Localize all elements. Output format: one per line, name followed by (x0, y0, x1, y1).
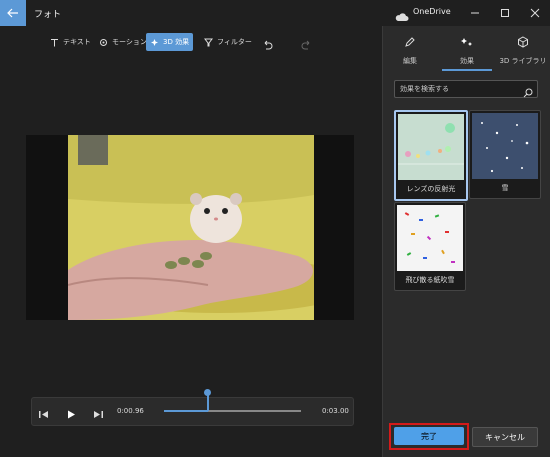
timeline-progress (164, 410, 208, 412)
minimize-button[interactable] (460, 0, 490, 26)
maximize-button[interactable] (490, 0, 520, 26)
undo-button[interactable] (262, 36, 273, 55)
filter-tool-button[interactable]: フィルター (200, 33, 256, 51)
tab-effects-label: 効果 (460, 57, 474, 65)
text-icon (51, 38, 58, 46)
motion-tool-button[interactable]: モーション (95, 33, 151, 51)
search-placeholder: 効果を検索する (400, 85, 449, 93)
onedrive-label[interactable]: OneDrive (413, 7, 451, 16)
cloud-icon (395, 7, 409, 26)
current-time: 0:00.96 (117, 407, 144, 415)
snow-thumbnail (472, 113, 538, 179)
undo-icon (264, 40, 273, 50)
motion-icon (100, 38, 107, 46)
filter-icon (204, 38, 213, 46)
pencil-icon (405, 37, 415, 47)
tab-edit-label: 編集 (403, 57, 417, 65)
effect-label: 飛び散る紙吹雪 (405, 276, 455, 284)
text-tool-button[interactable]: テキスト (46, 33, 95, 51)
close-icon (530, 8, 540, 18)
play-icon (68, 410, 75, 419)
filter-tool-label: フィルター (217, 38, 252, 46)
lens-flare-thumbnail (398, 114, 464, 180)
effect-card-confetti[interactable]: 飛び散る紙吹雪 (394, 202, 466, 291)
previous-frame-button[interactable] (38, 405, 49, 424)
3d-effects-tool-button[interactable]: 3D 効果 (146, 33, 194, 51)
text-tool-label: テキスト (63, 38, 91, 46)
tab-3d-library[interactable]: 3D ライブラリ (497, 36, 549, 66)
minimize-icon (471, 12, 479, 14)
search-icon[interactable] (523, 83, 533, 102)
3d-effects-icon (151, 38, 158, 46)
arrow-left-icon (7, 8, 18, 18)
motion-tool-label: モーション (112, 38, 147, 46)
done-button[interactable]: 完了 (394, 427, 464, 445)
effect-card-lens-flare[interactable]: レンズの反射光 (394, 110, 468, 201)
play-button[interactable] (66, 405, 77, 424)
tab-indicator (442, 69, 492, 71)
confetti-thumbnail (397, 205, 463, 271)
tab-3d-library-label: 3D ライブラリ (499, 57, 547, 65)
tab-edit[interactable]: 編集 (385, 36, 435, 66)
total-time: 0:03.00 (322, 407, 349, 415)
tab-effects[interactable]: 効果 (442, 36, 492, 66)
app-title: フォト (34, 10, 62, 20)
next-frame-button[interactable] (93, 405, 104, 424)
preview-photo (68, 135, 314, 320)
cube-icon (518, 36, 528, 48)
maximize-icon (501, 9, 509, 17)
skip-forward-icon (94, 411, 103, 418)
effect-label: 雪 (501, 184, 509, 192)
effect-label: レンズの反射光 (406, 185, 456, 193)
close-button[interactable] (520, 0, 550, 26)
back-button[interactable] (0, 0, 26, 26)
sparkle-icon (461, 38, 472, 46)
effect-card-snow[interactable]: 雪 (469, 110, 541, 199)
cancel-button[interactable]: キャンセル (472, 427, 538, 447)
scrubber-handle[interactable] (204, 389, 211, 396)
redo-icon (301, 40, 310, 50)
3d-effects-tool-label: 3D 効果 (163, 38, 190, 46)
redo-button[interactable] (301, 36, 312, 55)
skip-back-icon (39, 411, 48, 418)
